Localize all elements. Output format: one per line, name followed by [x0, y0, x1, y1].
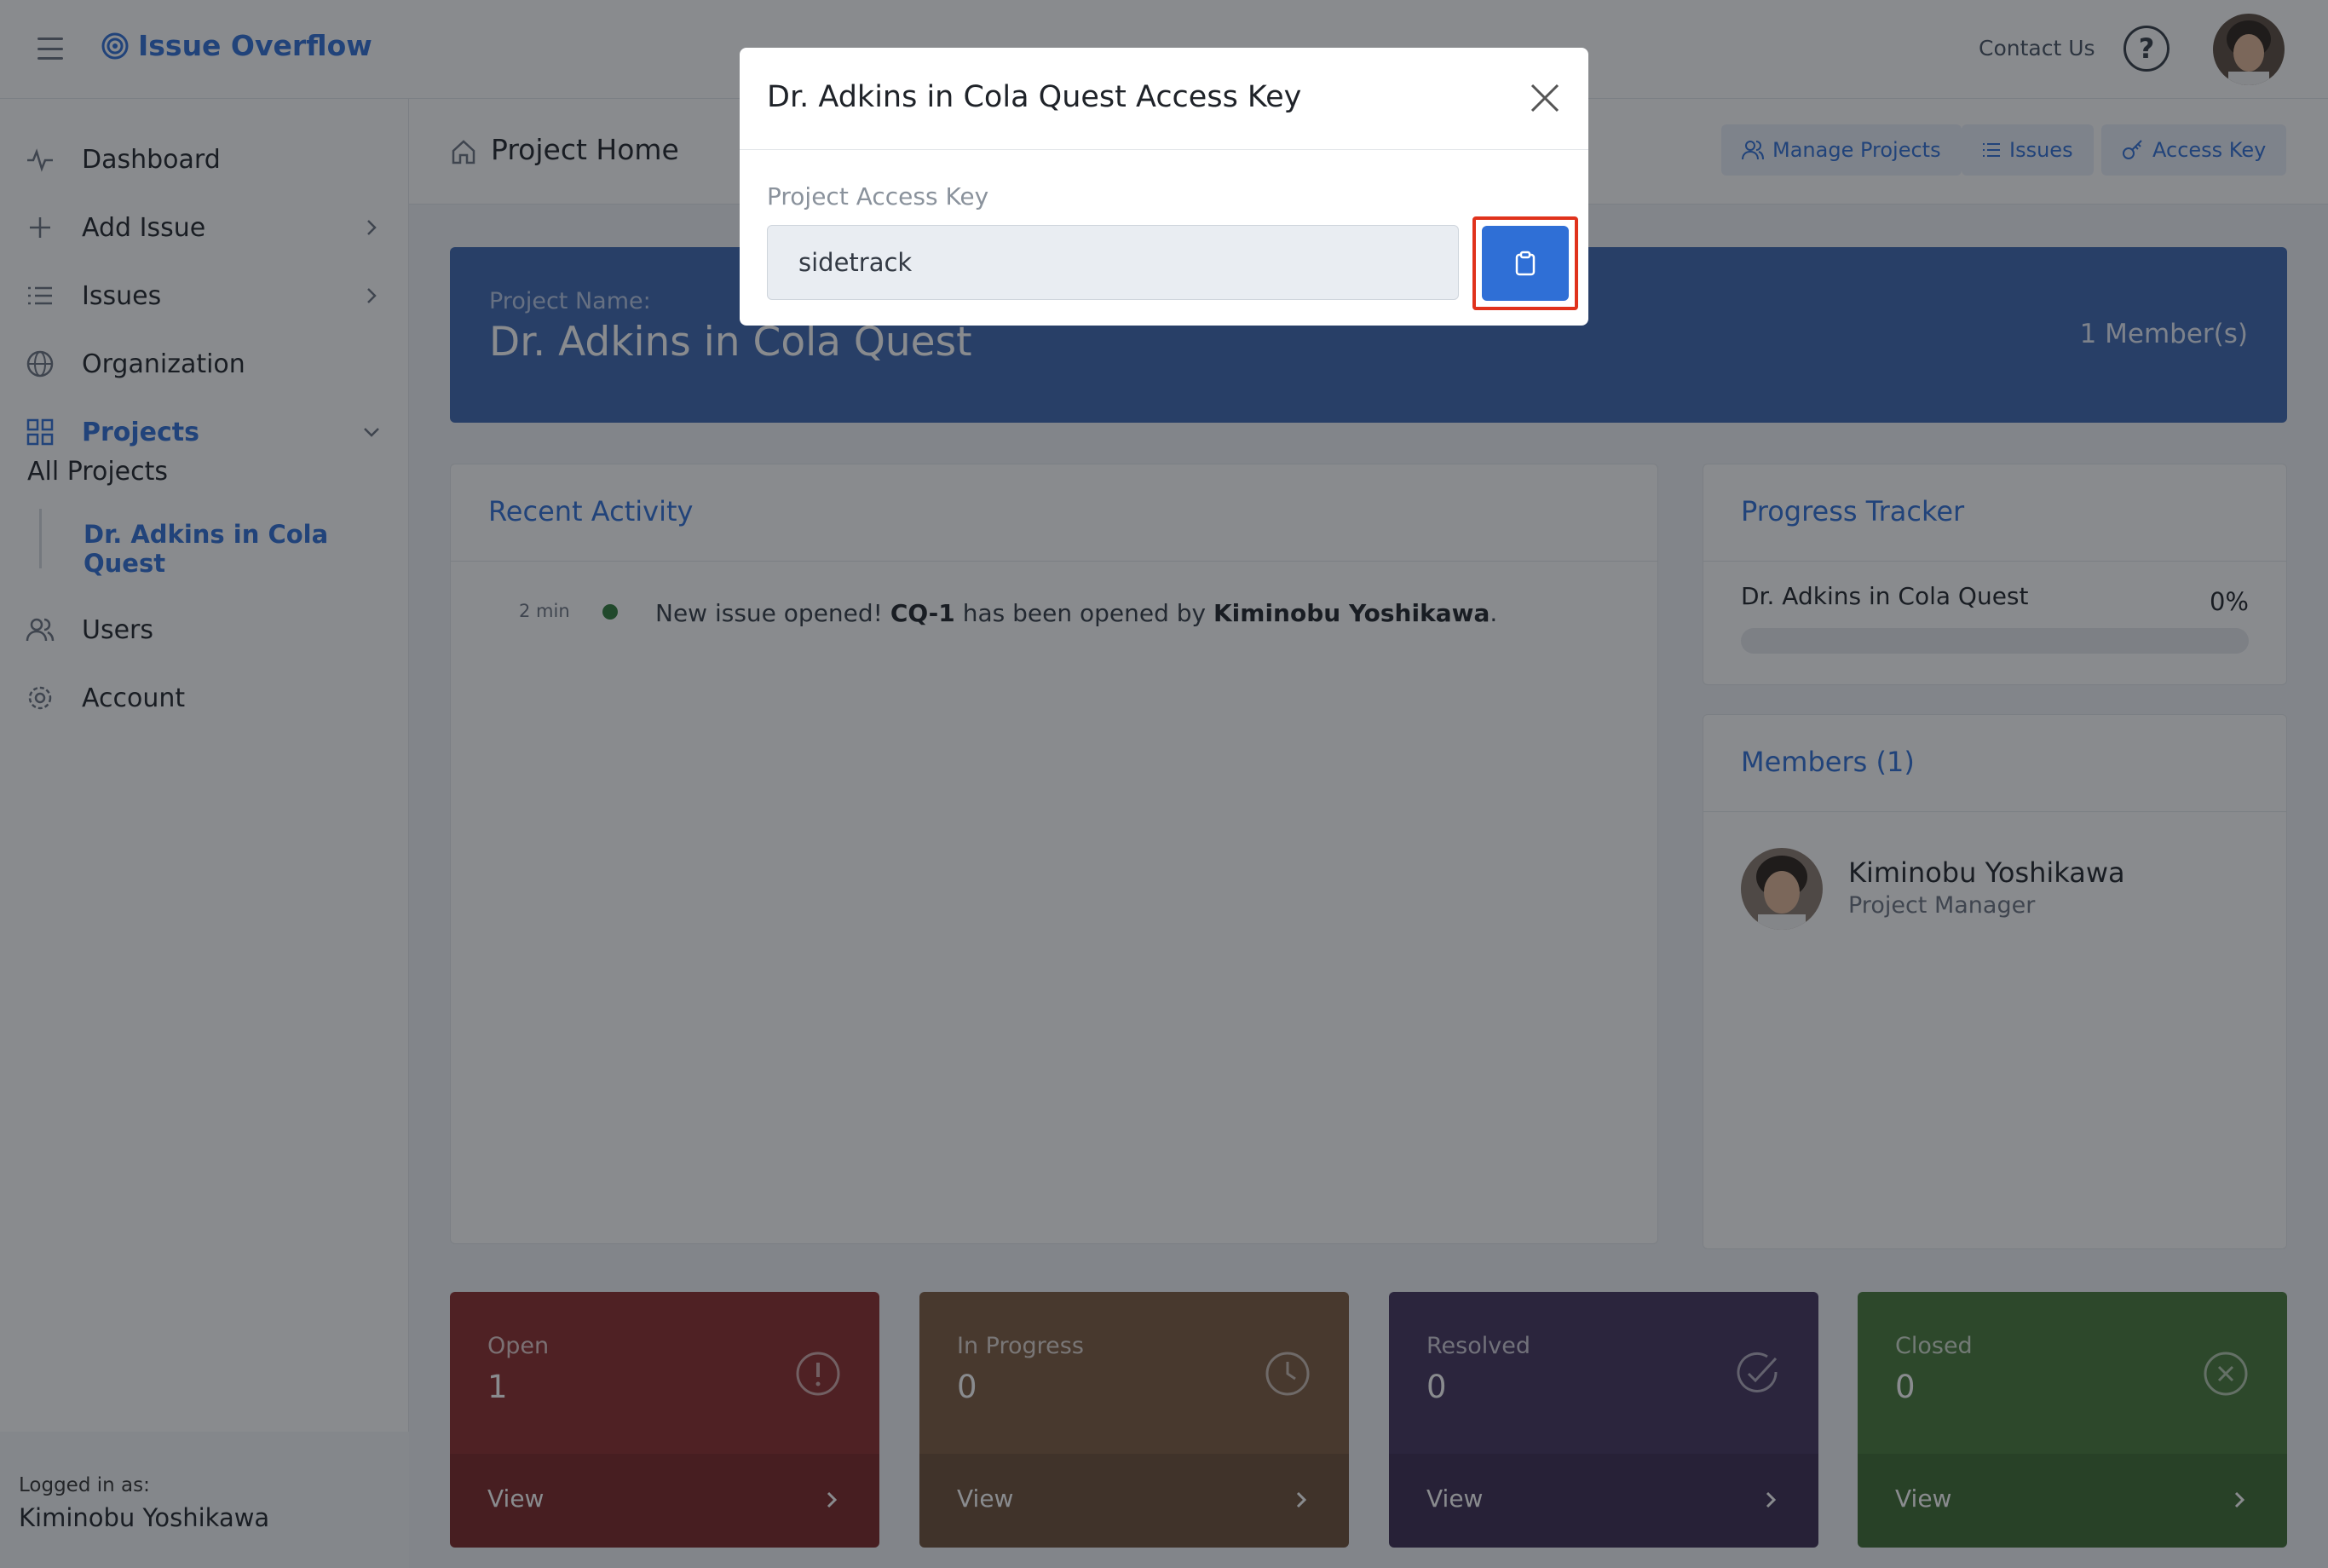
clipboard-icon — [1515, 251, 1536, 276]
modal-title: Dr. Adkins in Cola Quest Access Key — [767, 80, 1302, 114]
copy-button-body — [1482, 226, 1569, 301]
access-key-field-label: Project Access Key — [767, 182, 989, 210]
copy-to-clipboard-button[interactable] — [1472, 216, 1578, 310]
modal-header: Dr. Adkins in Cola Quest Access Key — [740, 48, 1588, 150]
access-key-modal: Dr. Adkins in Cola Quest Access Key Proj… — [740, 48, 1588, 326]
access-key-field[interactable] — [767, 225, 1459, 300]
close-icon[interactable] — [1527, 80, 1563, 116]
